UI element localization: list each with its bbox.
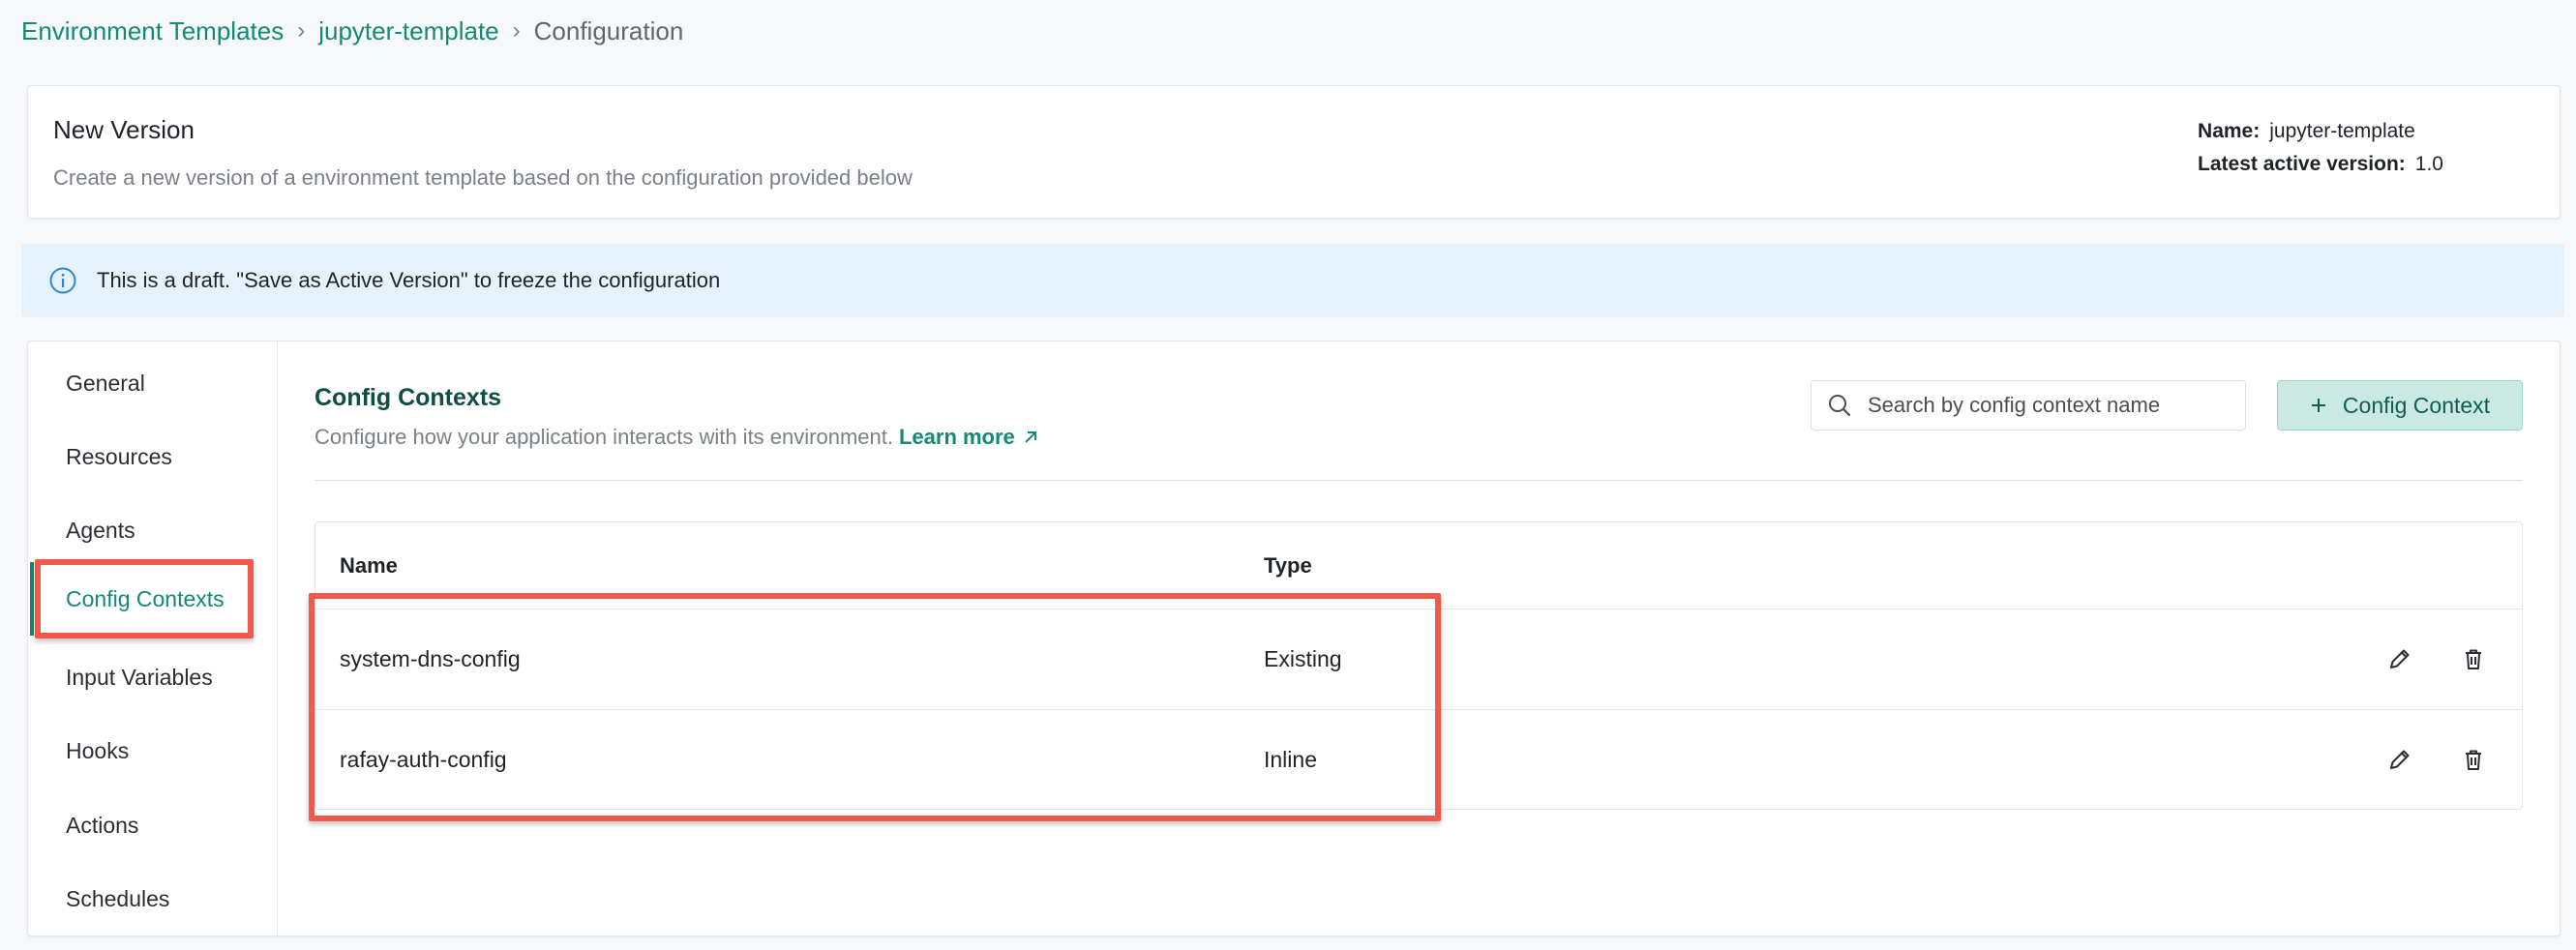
search-box[interactable]	[1811, 380, 2246, 430]
plus-icon	[2311, 399, 2325, 412]
main-card: General Resources Agents Config Contexts…	[27, 341, 2561, 936]
section-divider	[315, 480, 2523, 481]
breadcrumb: Environment Templates › jupyter-template…	[21, 14, 683, 48]
delete-icon[interactable]	[2457, 743, 2490, 776]
breadcrumb-jupyter-template[interactable]: jupyter-template	[318, 16, 498, 46]
sidebar: General Resources Agents Config Contexts…	[28, 341, 278, 935]
section-description-text: Configure how your application interacts…	[315, 425, 893, 449]
page-description: Create a new version of a environment te…	[53, 165, 913, 190]
breadcrumb-separator: ›	[297, 17, 306, 44]
section-description: Configure how your application interacts…	[315, 425, 1040, 450]
add-config-context-button[interactable]: Config Context	[2277, 380, 2523, 430]
breadcrumb-current: Configuration	[533, 15, 684, 45]
sidebar-item-input-variables[interactable]: Input Variables	[28, 640, 278, 714]
search-input[interactable]	[1868, 393, 2235, 418]
highlight-box-table	[309, 593, 1441, 821]
page-title: New Version	[53, 115, 195, 144]
template-meta: Name: jupyter-template Latest active ver…	[2198, 115, 2443, 181]
column-header-type: Type	[1264, 553, 1312, 578]
external-link-icon	[1025, 431, 1036, 443]
delete-icon[interactable]	[2457, 642, 2490, 675]
section-title: Config Contexts	[315, 384, 502, 411]
edit-icon[interactable]	[2383, 743, 2416, 776]
search-icon	[1829, 395, 1851, 417]
sidebar-item-schedules[interactable]: Schedules	[28, 862, 278, 935]
learn-more-label: Learn more	[898, 425, 1015, 449]
breadcrumb-environment-templates[interactable]: Environment Templates	[21, 16, 284, 46]
sidebar-item-resources[interactable]: Resources	[28, 420, 278, 493]
new-version-card: New Version Create a new version of a en…	[27, 85, 2561, 219]
version-value: 1.0	[2414, 153, 2443, 175]
column-header-name: Name	[340, 553, 398, 578]
name-value: jupyter-template	[2269, 120, 2415, 142]
alert-text: This is a draft. "Save as Active Version…	[97, 268, 721, 292]
version-label: Latest active version:	[2198, 153, 2406, 175]
name-label: Name:	[2198, 120, 2261, 142]
info-icon	[48, 266, 77, 295]
draft-alert: This is a draft. "Save as Active Version…	[21, 244, 2564, 317]
sidebar-item-general[interactable]: General	[28, 346, 278, 420]
edit-icon[interactable]	[2383, 642, 2416, 675]
learn-more-link[interactable]: Learn more	[899, 425, 1040, 450]
add-button-label: Config Context	[2342, 392, 2491, 418]
breadcrumb-separator: ›	[512, 17, 521, 44]
highlight-box-sidebar	[35, 559, 254, 638]
sidebar-item-actions[interactable]: Actions	[28, 788, 278, 862]
sidebar-item-agents[interactable]: Agents	[28, 493, 278, 567]
sidebar-item-hooks[interactable]: Hooks	[28, 714, 278, 787]
